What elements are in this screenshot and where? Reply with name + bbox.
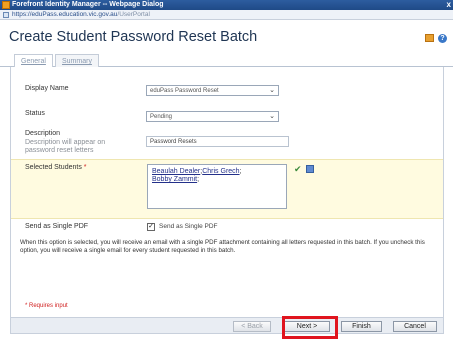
students-row: Selected Students * Beaulah Dealer;Chris… <box>11 159 443 219</box>
students-picker[interactable]: Beaulah Dealer;Chris Grech; Bobby Zammit… <box>147 164 287 209</box>
url-path: /UserPortal <box>117 11 150 18</box>
bookmark-icon[interactable] <box>425 34 434 42</box>
tab-general[interactable]: General <box>14 54 53 67</box>
required-star: * <box>83 164 87 171</box>
description-label: Description <box>25 130 61 137</box>
url-bar: https://eduPass.education.vic.gov.au/Use… <box>0 10 453 20</box>
display-name-value: eduPass Password Reset <box>150 88 219 94</box>
students-label-text: Selected Students <box>25 164 82 171</box>
window-title: Forefront Identity Manager -- Webpage Di… <box>12 1 164 8</box>
required-note: * Requires input <box>25 303 68 309</box>
window-titlebar: Forefront Identity Manager -- Webpage Di… <box>0 0 453 10</box>
app-icon <box>2 1 10 9</box>
students-label: Selected Students * <box>25 164 87 171</box>
page-icon <box>3 12 9 18</box>
chevron-down-icon: ⌄ <box>269 113 275 120</box>
student-link[interactable]: Bobby Zammit <box>152 176 197 183</box>
status-row: Status Pending ⌄ <box>11 108 443 122</box>
display-name-label: Display Name <box>25 85 69 92</box>
finish-button[interactable]: Finish <box>341 321 382 332</box>
page-title: Create Student Password Reset Batch <box>9 29 258 45</box>
description-row: Description Description will appear on p… <box>11 128 443 158</box>
description-input[interactable]: Password Resets <box>146 136 289 147</box>
form-panel: Display Name eduPass Password Reset ⌄ St… <box>10 67 444 333</box>
browse-icon[interactable] <box>306 165 314 173</box>
back-button[interactable]: < Back <box>233 321 271 332</box>
single-pdf-checkbox[interactable]: ✓ <box>147 223 155 231</box>
status-select[interactable]: Pending ⌄ <box>146 111 279 122</box>
button-bar: < Back Next > Finish Cancel <box>10 317 444 334</box>
chevron-down-icon: ⌄ <box>269 87 275 94</box>
check-names-icon[interactable]: ✔ <box>294 164 302 175</box>
close-icon[interactable]: x <box>447 0 451 10</box>
display-name-select[interactable]: eduPass Password Reset ⌄ <box>146 85 279 96</box>
dialog-header: Create Student Password Reset Batch ? <box>0 21 453 49</box>
single-pdf-checkbox-label[interactable]: Send as Single PDF <box>159 223 218 230</box>
single-pdf-label: Send as Single PDF <box>25 223 89 230</box>
tab-summary[interactable]: Summary <box>55 54 99 67</box>
tab-bar: General Summary <box>0 49 453 67</box>
student-link[interactable]: Chris Grech <box>202 168 239 175</box>
single-pdf-note: When this option is selected, you will r… <box>20 239 425 254</box>
help-icon[interactable]: ? <box>438 34 447 43</box>
student-link[interactable]: Beaulah Dealer <box>152 168 200 175</box>
description-hint: Description will appear on password rese… <box>25 139 106 154</box>
highlight-box <box>282 316 338 339</box>
status-label: Status <box>25 110 45 117</box>
status-value: Pending <box>150 114 173 120</box>
cancel-button[interactable]: Cancel <box>393 321 437 332</box>
display-name-row: Display Name eduPass Password Reset ⌄ <box>11 83 443 97</box>
single-pdf-row: Send as Single PDF ✓ Send as Single PDF <box>11 223 443 235</box>
url-host: https://eduPass.education.vic.gov.au <box>12 11 118 18</box>
